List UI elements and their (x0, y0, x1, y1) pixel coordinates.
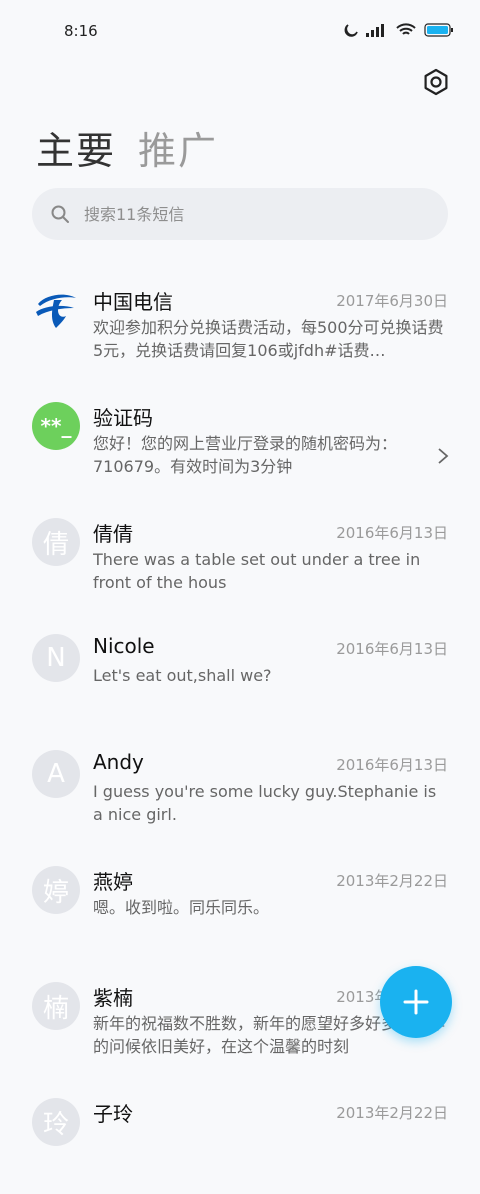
contact-name: 倩倩 (93, 522, 133, 546)
avatar: 楠 (32, 982, 80, 1030)
avatar: 婷 (32, 866, 80, 914)
status-bar: 8:16 (0, 0, 480, 62)
china-telecom-logo (32, 286, 80, 334)
avatar: N (32, 634, 80, 682)
message-preview: 您好！您的网上营业厅登录的随机密码为：710679。有效时间为3分钟 (93, 434, 398, 476)
status-time: 8:16 (64, 22, 98, 40)
search-input[interactable] (82, 203, 406, 225)
conversation-item[interactable]: 婷 燕婷 2013年2月22日 嗯。收到啦。同乐同乐。 (0, 846, 480, 962)
message-date: 2016年6月13日 (336, 524, 448, 542)
message-preview: 欢迎参加积分兑换话费活动，每500分可兑换话费5元，兑换话费请回复106或jfd… (93, 318, 444, 360)
message-preview: Let's eat out,shall we? (93, 666, 272, 685)
conversation-item[interactable]: **_ 验证码 您好！您的网上营业厅登录的随机密码为：710679。有效时间为3… (0, 382, 480, 498)
conversation-item[interactable]: A Andy 2016年6月13日 I guess you're some lu… (0, 730, 480, 846)
battery-icon (424, 23, 453, 37)
contact-name: 验证码 (93, 406, 153, 430)
contact-name: 中国电信 (93, 290, 173, 314)
message-date: 2016年6月13日 (336, 640, 448, 658)
tab-promotions[interactable]: 推广 (138, 120, 218, 175)
status-icons (342, 22, 454, 38)
chevron-right-icon (438, 448, 449, 464)
message-preview: 嗯。收到啦。同乐同乐。 (93, 898, 270, 917)
avatar: 倩 (32, 518, 80, 566)
settings-icon[interactable] (422, 68, 450, 96)
message-date: 2017年6月30日 (336, 292, 448, 310)
contact-name: 子玲 (93, 1102, 133, 1126)
message-preview: There was a table set out under a tree i… (93, 550, 421, 592)
moon-icon (344, 24, 358, 37)
search-icon (51, 205, 69, 223)
contact-name: 紫楠 (93, 986, 133, 1010)
conversation-item[interactable]: 玲 子玲 2013年2月22日 (0, 1078, 480, 1194)
conversation-list: 中国电信 2017年6月30日 欢迎参加积分兑换话费活动，每500分可兑换话费5… (0, 266, 480, 1194)
tab-bar: 主要 推广 (36, 120, 218, 175)
avatar: **_ (32, 402, 80, 450)
contact-name: Nicole (93, 634, 155, 658)
avatar: A (32, 750, 80, 798)
avatar: 玲 (32, 1098, 80, 1146)
message-date: 2016年6月13日 (336, 756, 448, 774)
message-preview: I guess you're some lucky guy.Stephanie … (93, 782, 437, 824)
wifi-icon (396, 23, 416, 35)
search-bar[interactable] (32, 188, 448, 240)
plus-icon (403, 989, 429, 1015)
conversation-item[interactable]: N Nicole 2016年6月13日 Let's eat out,shall … (0, 614, 480, 730)
conversation-item[interactable]: 倩 倩倩 2016年6月13日 There was a table set ou… (0, 498, 480, 614)
conversation-item[interactable]: 中国电信 2017年6月30日 欢迎参加积分兑换话费活动，每500分可兑换话费5… (0, 266, 480, 382)
tab-primary[interactable]: 主要 (36, 120, 116, 175)
message-date: 2013年2月22日 (336, 872, 448, 890)
contact-name: Andy (93, 750, 144, 774)
new-message-button[interactable] (380, 966, 452, 1038)
signal-icon (366, 24, 384, 37)
contact-name: 燕婷 (93, 870, 133, 894)
message-date: 2013年2月22日 (336, 1104, 448, 1122)
telecom-logo-icon (36, 294, 76, 328)
